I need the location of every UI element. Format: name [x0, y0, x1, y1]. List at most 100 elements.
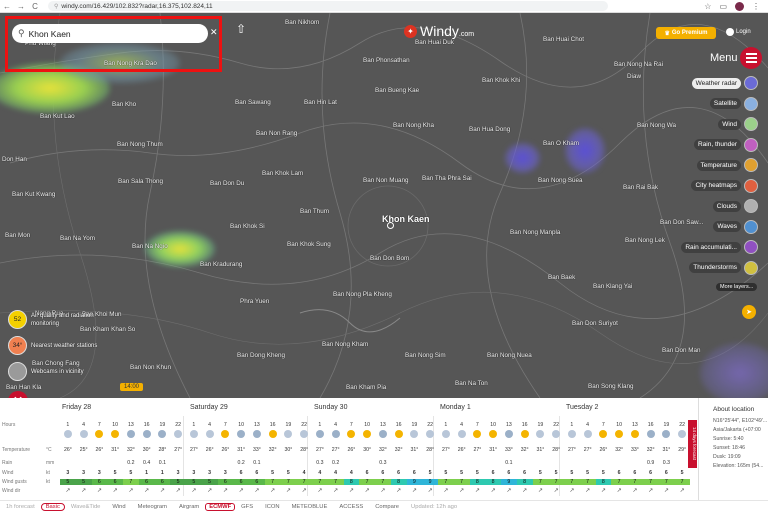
fourteen-day-forecast-tab[interactable]: 14 days forecast	[688, 420, 697, 468]
compass-icon[interactable]: ➤	[742, 305, 756, 319]
back-icon[interactable]: ←	[0, 2, 14, 11]
layer-item[interactable]: City heatmaps	[691, 178, 758, 193]
layer-item[interactable]: Temperature	[696, 158, 758, 172]
town-label[interactable]: Ban Hua Dong	[469, 126, 510, 133]
layer-item[interactable]: Wind	[718, 117, 758, 131]
layer-item[interactable]: Satellite	[709, 96, 758, 111]
town-label[interactable]: Ban Klang Yai	[593, 283, 632, 290]
town-label[interactable]: Ban Don Suriyot	[572, 320, 618, 327]
town-label[interactable]: Ban Don Man	[662, 347, 701, 354]
login-button[interactable]: Login	[726, 28, 751, 36]
about-location-title[interactable]: About location	[713, 406, 768, 413]
town-label[interactable]: Ban Nong Kha	[393, 122, 434, 129]
browser-menu-icon[interactable]: ⋮	[752, 2, 760, 11]
town-label[interactable]: Ban Non Muang	[363, 177, 409, 184]
forecast-table[interactable]: Friday 28 Saturday 29 Sunday 30 Monday 1 Tue…	[0, 398, 768, 500]
layer-item[interactable]: Thunderstorms	[689, 260, 758, 275]
town-label[interactable]: Ban Huai Duk	[415, 39, 454, 46]
town-label[interactable]: Ban O Kham	[543, 140, 579, 147]
tab-access[interactable]: ACCESS	[333, 504, 369, 510]
bookmark-star-icon[interactable]: ☆	[704, 2, 711, 11]
town-label[interactable]: Diaw	[627, 73, 641, 80]
reload-icon[interactable]: C	[28, 2, 42, 11]
town-label[interactable]: Ban Kradurang	[200, 261, 242, 268]
day-label[interactable]: Friday 28	[62, 404, 91, 411]
town-label[interactable]: Ban Non Rang	[256, 130, 297, 137]
town-label[interactable]: Ban Kho	[112, 101, 136, 108]
town-label[interactable]: Ban Nong Sim	[405, 352, 446, 359]
town-label[interactable]: Ban Huai Chot	[543, 36, 584, 43]
go-premium-button[interactable]: ♛ Go Premium	[656, 27, 716, 39]
town-label[interactable]: Ban Nong Wa	[637, 122, 676, 129]
town-label[interactable]: Ban Don Du	[210, 180, 244, 187]
day-label[interactable]: Monday 1	[440, 404, 471, 411]
day-label[interactable]: Sunday 30	[314, 404, 347, 411]
town-label[interactable]: Ban Kut Kwang	[12, 191, 55, 198]
town-label[interactable]: Ban Dong Kheng	[237, 352, 285, 359]
tab-basic[interactable]: Basic	[40, 502, 65, 511]
town-label[interactable]: Ban Baek	[548, 274, 575, 281]
layer-item[interactable]: Clouds	[712, 199, 758, 213]
layer-item[interactable]: Rain accumulati...	[681, 240, 758, 254]
windy-logo[interactable]: ✦ Windy.com	[404, 23, 474, 39]
town-label[interactable]: Ban Song Klang	[588, 383, 634, 390]
tab-ecmwf[interactable]: ECMWF	[205, 502, 236, 511]
town-label[interactable]: Ban Sala Thong	[118, 178, 163, 185]
town-label[interactable]: Ban Nong Pla Kheng	[333, 291, 392, 298]
town-label[interactable]: Ban Tha Phra Sai	[422, 175, 472, 182]
tab-airgram[interactable]: Airgram	[173, 504, 205, 510]
profile-avatar[interactable]	[735, 1, 744, 11]
hamburger-menu-icon[interactable]	[740, 47, 762, 69]
clear-search-icon[interactable]: ✕	[210, 27, 218, 38]
town-label[interactable]: Ban Khok Lam	[262, 170, 303, 177]
layer-item[interactable]: Weather radar	[691, 76, 758, 90]
town-label[interactable]: Ban Nong Manpla	[510, 229, 560, 236]
site-info-icon[interactable]: ⚲	[54, 3, 58, 10]
tab-compare[interactable]: Compare	[369, 504, 405, 510]
town-label[interactable]: Don Han	[2, 156, 27, 163]
town-label[interactable]: Ban Sawang	[235, 99, 271, 106]
town-label[interactable]: Ban Rai Bak	[623, 184, 658, 191]
map-widget[interactable]: 34° Nearest weather stations	[8, 336, 97, 355]
address-bar[interactable]: ⚲ windy.com/16.429/102.832?radar,16.375,…	[48, 1, 608, 11]
tab-1h-forecast[interactable]: 1h forecast	[0, 504, 41, 510]
town-label[interactable]: Ban Nikhom	[285, 19, 319, 26]
town-label[interactable]: Ban Khok Khi	[482, 77, 520, 84]
town-label[interactable]: Ban Nong Thum	[117, 141, 163, 148]
forward-icon[interactable]: →	[14, 2, 28, 11]
town-label[interactable]: Ban Na Yom	[60, 235, 95, 242]
day-label[interactable]: Tuesday 2	[566, 404, 598, 411]
town-label[interactable]: Ban Mon	[5, 232, 30, 239]
town-label[interactable]: Ban Hin Lat	[304, 99, 337, 106]
tab-wind[interactable]: Wind	[106, 504, 131, 510]
town-label[interactable]: Ban Na Ton	[455, 380, 488, 387]
tab-wave-tide[interactable]: Wave&Tide	[65, 504, 107, 510]
town-label[interactable]: Ban Nong Na Rai	[614, 61, 663, 68]
map-widget[interactable]: Webcams in vicinity	[8, 362, 84, 381]
day-label[interactable]: Saturday 29	[190, 404, 228, 411]
location-pin[interactable]	[387, 222, 394, 229]
town-label[interactable]: Ban Kham Pia	[346, 384, 386, 391]
tab-gfs[interactable]: GFS	[235, 504, 259, 510]
town-label[interactable]: Ban Na Ngio	[132, 243, 168, 250]
menu-label[interactable]: Menu	[710, 52, 738, 64]
town-label[interactable]: Ban Han Kla	[6, 384, 41, 391]
town-label[interactable]: Ban Don Saw...	[660, 219, 703, 226]
map-widget[interactable]: 52 Air quality and radiation monitoring	[8, 310, 121, 329]
tab-updated-12h-ago[interactable]: Updated: 12h ago	[405, 504, 463, 510]
town-label[interactable]: Ban Nong Lek	[625, 237, 665, 244]
town-label[interactable]: Ban Khok Si	[230, 223, 265, 230]
town-label[interactable]: Ban Phonsathan	[363, 57, 410, 64]
town-label[interactable]: Ban Nong Suea	[538, 177, 582, 184]
town-label[interactable]: Ban Khok Sung	[287, 241, 331, 248]
more-layers-button[interactable]: More layers...	[716, 283, 758, 291]
town-label[interactable]: Ban Non Khun	[130, 364, 171, 371]
town-label[interactable]: Ban Nong Kham	[322, 341, 368, 348]
share-icon[interactable]: ⇧	[236, 22, 246, 36]
time-tag[interactable]: 14:00	[120, 383, 144, 391]
town-label[interactable]: Ban Kut Lao	[40, 113, 75, 120]
tab-icon[interactable]: ICON	[259, 504, 286, 510]
extensions-icon[interactable]: ▭	[719, 2, 727, 11]
town-label[interactable]: Ban Thum	[300, 208, 329, 215]
tab-meteogram[interactable]: Meteogram	[132, 504, 173, 510]
